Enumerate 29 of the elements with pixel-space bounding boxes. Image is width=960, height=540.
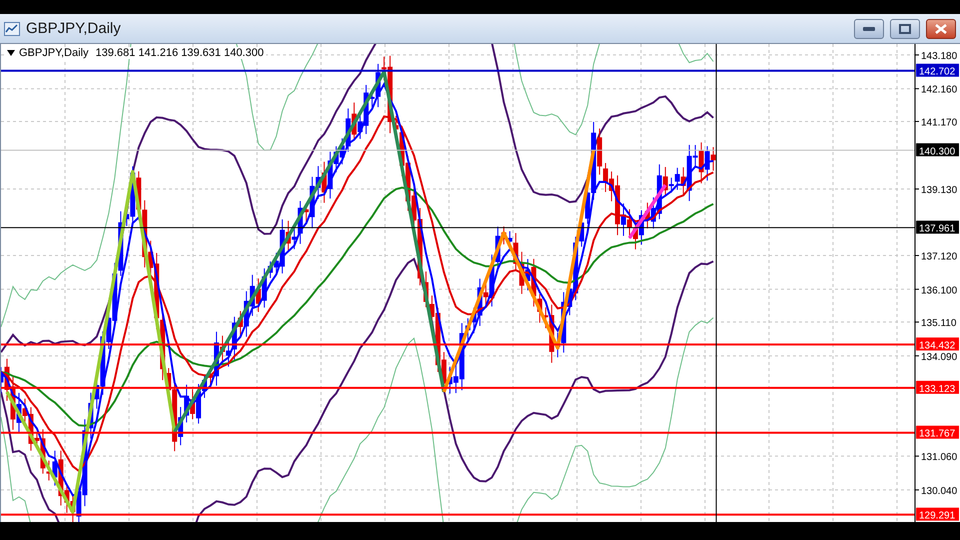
price-axis-label: 136.100 — [921, 285, 958, 296]
window-title: GBPJPY,Daily — [26, 20, 122, 37]
price-marker-label: 137.961 — [919, 224, 956, 235]
price-axis-label: 135.110 — [921, 318, 956, 330]
chart-symbol: GBPJPY,Daily — [19, 47, 88, 59]
close-icon — [935, 24, 947, 34]
chart-window-icon — [4, 22, 20, 36]
dropdown-arrow-icon[interactable] — [7, 50, 15, 56]
price-axis-label: 131.060 — [921, 452, 958, 464]
price-axis-label: 130.040 — [921, 486, 958, 497]
price-axis-label: 139.130 — [921, 185, 958, 196]
price-marker-label: 142.702 — [919, 66, 956, 78]
price-marker-label: 134.432 — [919, 340, 956, 352]
close-button[interactable] — [926, 18, 956, 38]
zigzag-line — [628, 184, 667, 239]
price-marker-label: 140.300 — [919, 146, 956, 158]
minimize-icon — [863, 26, 875, 30]
price-marker-label: 133.123 — [919, 384, 956, 395]
price-marker-label: 131.767 — [919, 428, 956, 440]
price-axis-label: 137.120 — [921, 252, 958, 263]
ohlc-values: 139.681 141.216 139.631 140.300 — [96, 47, 264, 59]
price-axis-label: 142.160 — [921, 84, 958, 96]
minimize-button[interactable] — [854, 18, 884, 38]
maximize-icon — [899, 24, 911, 34]
maximize-button[interactable] — [890, 18, 920, 38]
price-axis-label: 143.180 — [921, 50, 958, 62]
price-axis-label: 134.090 — [921, 352, 958, 363]
price-axis-label: 141.170 — [921, 117, 958, 128]
price-marker-label: 129.291 — [919, 510, 956, 522]
